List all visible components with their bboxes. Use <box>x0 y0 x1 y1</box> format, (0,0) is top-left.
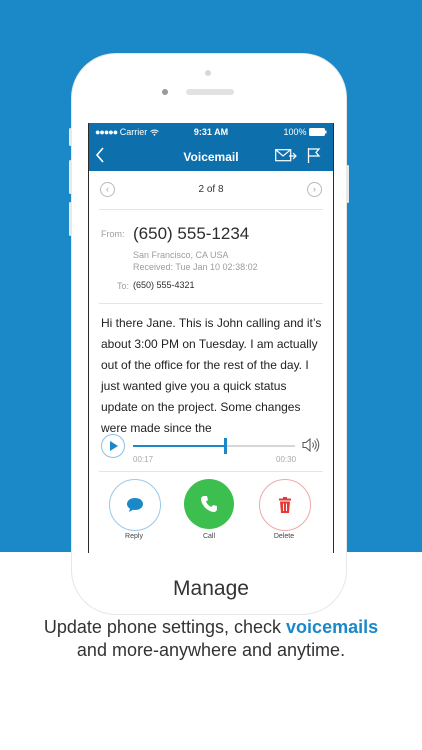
status-bar: ●●●●● Carrier 9:31 AM 100% <box>89 123 333 141</box>
forward-mail-icon[interactable] <box>275 149 297 163</box>
call-button[interactable] <box>184 479 234 529</box>
voicemail-transcript: Hi there Jane. This is John calling and … <box>101 316 322 435</box>
total-duration: 00:30 <box>276 455 297 464</box>
phone-handset-icon <box>201 496 217 512</box>
page-heading: Manage <box>173 577 249 600</box>
pager-label: 2 of 8 <box>198 184 224 195</box>
app-screen: ●●●●● Carrier 9:31 AM 100% Voicemail ‹ 2… <box>88 123 334 553</box>
nav-bar: Voicemail <box>89 141 333 171</box>
chat-bubble-icon <box>127 498 143 512</box>
delete-label: Delete <box>273 533 295 540</box>
audio-scrubber-handle[interactable] <box>224 438 228 454</box>
battery-icon <box>309 128 327 136</box>
phone-power-button <box>346 165 349 203</box>
phone-mute-switch <box>69 128 72 146</box>
caller-location: San Francisco, CA USA <box>133 250 229 260</box>
status-battery: 100% <box>283 127 327 137</box>
front-camera <box>162 89 168 95</box>
elapsed-time: 00:17 <box>133 455 154 464</box>
audio-player: 00:17 00:30 <box>89 433 333 467</box>
divider <box>99 209 323 210</box>
delete-button[interactable] <box>259 479 311 531</box>
to-label: To: <box>117 281 130 291</box>
earpiece-speaker <box>186 89 234 95</box>
message-pager: ‹ 2 of 8 › <box>89 171 333 207</box>
next-message-icon[interactable]: › <box>307 182 322 197</box>
from-number[interactable]: (650) 555-1234 <box>133 224 249 244</box>
play-button[interactable] <box>101 434 125 458</box>
subheading-highlight: voicemails <box>286 617 379 637</box>
reply-label: Reply <box>125 533 143 540</box>
speaker-volume-icon[interactable] <box>301 437 321 453</box>
battery-percent: 100% <box>283 127 307 137</box>
phone-volume-up <box>69 160 72 194</box>
phone-sensor <box>205 70 211 76</box>
phone-volume-down <box>69 202 72 236</box>
from-label: From: <box>101 229 125 239</box>
call-label: Call <box>202 533 216 540</box>
subheading-text-line2: and more-anywhere and anytime. <box>76 640 346 660</box>
subheading-text: Update phone settings, check <box>43 617 282 637</box>
audio-scrubber[interactable] <box>133 438 295 454</box>
trash-icon <box>279 497 291 513</box>
divider <box>99 303 323 304</box>
to-number: (650) 555-4321 <box>133 280 195 290</box>
reply-button[interactable] <box>109 479 161 531</box>
action-row: Reply Call Delete <box>89 479 333 553</box>
page-subheading: Update phone settings, check voicemails … <box>0 616 422 662</box>
received-time: Received: Tue Jan 10 02:38:02 <box>133 262 258 272</box>
flag-icon[interactable] <box>307 147 321 164</box>
audio-progress-fill <box>133 445 226 447</box>
divider <box>99 471 323 472</box>
